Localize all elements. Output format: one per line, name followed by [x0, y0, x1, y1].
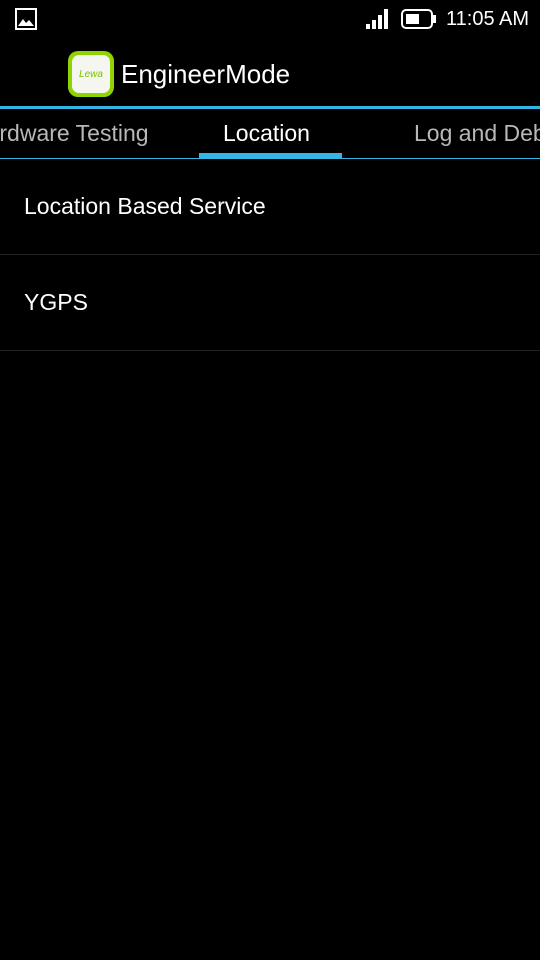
- settings-list: Location Based Service YGPS: [0, 159, 540, 351]
- image-icon: [15, 8, 37, 30]
- list-item-location-based-service[interactable]: Location Based Service: [0, 159, 540, 255]
- app-icon-label: Lewa: [72, 55, 110, 93]
- tab-hardware-testing[interactable]: Hardware Testing: [0, 109, 149, 158]
- tab-bar: Hardware Testing Location Log and Debugg…: [0, 106, 540, 159]
- status-bar: 11:05 AM: [0, 0, 540, 38]
- status-time: 11:05 AM: [446, 8, 530, 30]
- battery-icon: [401, 9, 436, 29]
- list-item-label: Location Based Service: [24, 193, 266, 219]
- signal-icon: [366, 9, 388, 29]
- tab-log-and-debugging[interactable]: Log and Debugging: [414, 109, 540, 158]
- app-icon[interactable]: Lewa: [68, 51, 114, 97]
- tab-location[interactable]: Location: [223, 109, 310, 158]
- list-item-label: YGPS: [24, 289, 88, 315]
- action-bar: Lewa EngineerMode: [0, 38, 540, 108]
- app-title: EngineerMode: [121, 59, 291, 89]
- tab-selected-indicator: [199, 153, 342, 158]
- list-item-ygps[interactable]: YGPS: [0, 255, 540, 351]
